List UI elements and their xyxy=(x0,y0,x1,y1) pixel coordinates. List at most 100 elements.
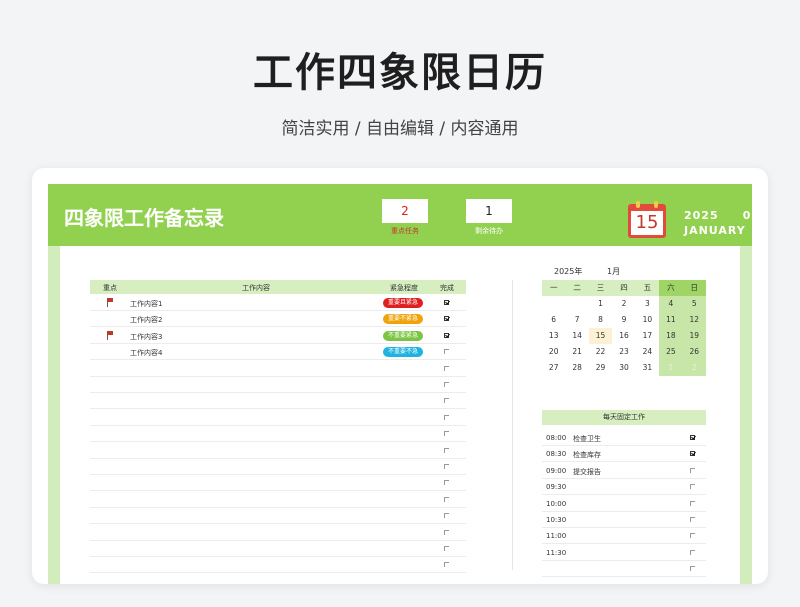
calendar-day[interactable]: 23 xyxy=(612,344,635,360)
table-row[interactable] xyxy=(90,426,466,443)
task-content[interactable]: 工作内容2 xyxy=(130,315,162,325)
calendar-day[interactable]: 11 xyxy=(659,312,683,328)
checkbox-icon[interactable] xyxy=(444,464,449,469)
daily-row[interactable] xyxy=(542,561,706,578)
calendar-day[interactable]: 22 xyxy=(589,344,612,360)
checkbox-icon[interactable] xyxy=(690,549,695,555)
checkbox-icon[interactable] xyxy=(444,365,449,371)
calendar-day[interactable]: 12 xyxy=(682,312,706,328)
calendar-day[interactable]: 24 xyxy=(636,344,659,360)
calendar-day[interactable]: 19 xyxy=(682,328,706,344)
calendar-day[interactable]: 21 xyxy=(565,344,588,360)
calendar-day[interactable]: 20 xyxy=(542,344,565,360)
daily-task[interactable]: 提交报告 xyxy=(573,467,601,477)
calendar-day[interactable]: 14 xyxy=(565,328,588,344)
daily-row[interactable]: 09:00 提交报告 xyxy=(542,463,706,479)
task-content[interactable]: 工作内容4 xyxy=(130,348,162,358)
calendar-day[interactable] xyxy=(565,296,588,312)
checkbox-icon[interactable] xyxy=(690,533,695,539)
checkbox-icon[interactable] xyxy=(690,500,695,506)
checkbox-icon[interactable] xyxy=(444,431,449,437)
daily-task[interactable]: 检查库存 xyxy=(573,450,601,460)
table-row[interactable] xyxy=(90,377,466,393)
calendar-day[interactable]: 3 xyxy=(636,296,659,312)
calendar-day[interactable]: 31 xyxy=(636,360,659,376)
checkbox-icon[interactable] xyxy=(444,398,449,404)
calendar-day[interactable]: 13 xyxy=(542,328,565,344)
daily-row[interactable]: 11:00 xyxy=(542,528,706,545)
task-content[interactable]: 工作内容1 xyxy=(130,299,162,309)
calendar-day[interactable]: 17 xyxy=(636,328,659,344)
table-row[interactable] xyxy=(90,541,466,557)
table-row[interactable] xyxy=(90,459,466,475)
table-row[interactable] xyxy=(90,525,466,541)
checkbox-icon[interactable] xyxy=(690,467,695,473)
table-row[interactable] xyxy=(90,410,466,426)
checkbox-icon[interactable] xyxy=(690,566,695,572)
checkbox-icon[interactable] xyxy=(444,316,449,322)
pending-count[interactable]: 1 xyxy=(466,199,512,223)
daily-row[interactable]: 10:30 xyxy=(542,512,706,528)
calendar-day[interactable]: 18 xyxy=(659,328,683,344)
daily-row[interactable]: 11:30 xyxy=(542,545,706,561)
calendar-day[interactable]: 29 xyxy=(589,360,612,376)
checkbox-icon[interactable] xyxy=(444,496,449,502)
checkbox-icon[interactable] xyxy=(444,447,449,453)
calendar-day[interactable]: 5 xyxy=(682,296,706,312)
calendar-day[interactable]: 16 xyxy=(612,328,635,344)
calendar-day[interactable]: 6 xyxy=(542,312,565,328)
calendar-day[interactable]: 26 xyxy=(682,344,706,360)
calendar-day[interactable]: 1 xyxy=(659,360,683,376)
calendar-day[interactable]: 28 xyxy=(565,360,588,376)
checkbox-icon[interactable] xyxy=(444,332,449,338)
checkbox-icon[interactable] xyxy=(444,513,449,519)
checkbox-icon[interactable] xyxy=(444,414,449,420)
checkbox-icon[interactable] xyxy=(690,435,695,440)
daily-row[interactable]: 10:00 xyxy=(542,496,706,512)
table-row[interactable] xyxy=(90,475,466,492)
calendar-year[interactable]: 2025年 xyxy=(554,266,582,277)
calendar-day[interactable]: 8 xyxy=(589,312,612,328)
calendar-day[interactable]: 10 xyxy=(636,312,659,328)
table-row[interactable] xyxy=(90,393,466,410)
calendar-day[interactable]: 25 xyxy=(659,344,683,360)
checkbox-icon[interactable] xyxy=(444,562,449,568)
checkbox-icon[interactable] xyxy=(444,382,449,387)
table-row[interactable] xyxy=(90,492,466,508)
task-content[interactable]: 工作内容3 xyxy=(130,332,162,342)
calendar-day[interactable]: 1 xyxy=(589,296,612,312)
calendar-day[interactable]: 2 xyxy=(682,360,706,376)
table-row[interactable] xyxy=(90,508,466,525)
table-row[interactable]: 工作内容1 重要且紧急 xyxy=(90,295,466,311)
daily-task[interactable]: 检查卫生 xyxy=(573,434,601,444)
checkbox-icon[interactable] xyxy=(690,517,695,522)
red-flag-icon xyxy=(107,298,113,307)
calendar-day[interactable]: 15 xyxy=(588,328,613,344)
checkbox-icon[interactable] xyxy=(444,300,449,305)
table-row[interactable] xyxy=(90,361,466,377)
calendar-month[interactable]: 1月 xyxy=(607,266,620,277)
checkbox-icon[interactable] xyxy=(444,349,449,355)
checkbox-icon[interactable] xyxy=(690,451,695,457)
calendar-day[interactable]: 4 xyxy=(659,296,683,312)
table-row[interactable]: 工作内容2 重要不紧急 xyxy=(90,311,466,328)
daily-row[interactable]: 09:30 xyxy=(542,479,706,496)
table-row[interactable]: 工作内容4 不重要不急 xyxy=(90,344,466,361)
daily-row[interactable]: 08:00 检查卫生 xyxy=(542,430,706,446)
important-count[interactable]: 2 xyxy=(382,199,428,223)
table-row[interactable] xyxy=(90,557,466,574)
calendar-day[interactable]: 27 xyxy=(542,360,565,376)
calendar-day[interactable]: 2 xyxy=(612,296,635,312)
calendar-day[interactable] xyxy=(542,296,565,312)
checkbox-icon[interactable] xyxy=(690,484,695,490)
calendar-day[interactable]: 30 xyxy=(612,360,635,376)
section-divider xyxy=(512,280,513,570)
checkbox-icon[interactable] xyxy=(444,529,449,535)
daily-row[interactable]: 08:30 检查库存 xyxy=(542,446,706,463)
calendar-day[interactable]: 7 xyxy=(565,312,588,328)
checkbox-icon[interactable] xyxy=(444,546,449,551)
checkbox-icon[interactable] xyxy=(444,480,449,486)
table-row[interactable]: 工作内容3 不重要紧急 xyxy=(90,328,466,344)
table-row[interactable] xyxy=(90,443,466,459)
calendar-day[interactable]: 9 xyxy=(612,312,635,328)
